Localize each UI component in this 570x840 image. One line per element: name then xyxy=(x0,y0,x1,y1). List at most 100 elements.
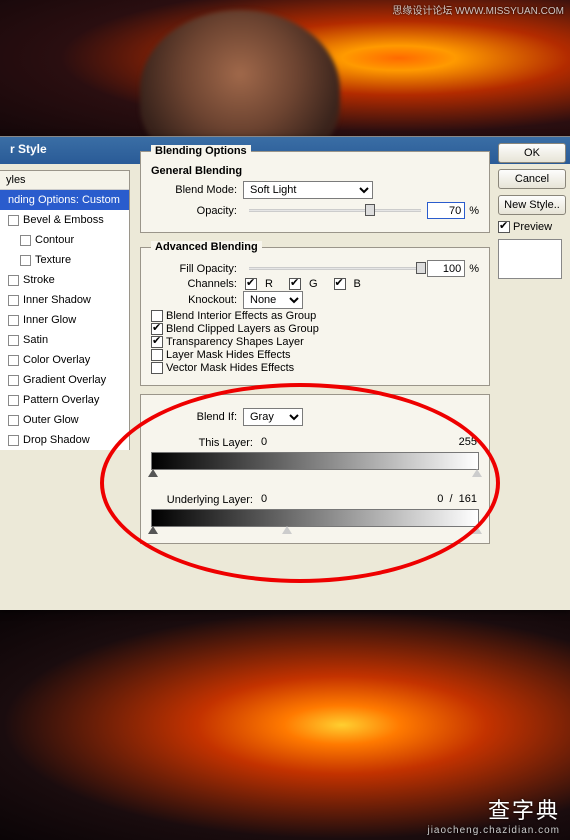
blend-if-this-layer: This Layer: 0 255 xyxy=(151,429,479,476)
underlying-layer-label: Underlying Layer: xyxy=(151,494,253,506)
blending-options-panel: Blending Options General Blending Blend … xyxy=(140,145,490,600)
advanced-blending-legend: Advanced Blending xyxy=(151,241,262,253)
channels-label: Channels: xyxy=(151,278,237,290)
this-layer-label: This Layer: xyxy=(151,437,253,449)
sidebar-item-gradient-overlay[interactable]: Gradient Overlay xyxy=(0,370,129,390)
opacity-label: Opacity: xyxy=(151,205,237,217)
dialog-title: r Style xyxy=(10,142,47,156)
opt-blend-interior-label: Blend Interior Effects as Group xyxy=(166,310,316,322)
sidebar-item-inner-shadow[interactable]: Inner Shadow xyxy=(0,290,129,310)
blend-mode-select[interactable]: Soft Light xyxy=(243,181,373,199)
blending-options-legend: Blending Options xyxy=(151,145,251,157)
slider-handle-icon[interactable] xyxy=(282,526,292,534)
sidebar-item-label: Texture xyxy=(35,254,71,266)
sidebar-item-color-overlay[interactable]: Color Overlay xyxy=(0,350,129,370)
channel-b-checkbox[interactable] xyxy=(334,278,346,290)
sidebar-item-inner-glow[interactable]: Inner Glow xyxy=(0,310,129,330)
checkbox-icon[interactable] xyxy=(8,375,19,386)
slider-handle-icon[interactable] xyxy=(148,526,158,534)
sidebar-item-pattern-overlay[interactable]: Pattern Overlay xyxy=(0,390,129,410)
sidebar-item-label: Pattern Overlay xyxy=(23,394,99,406)
fill-opacity-slider[interactable] xyxy=(249,267,421,270)
this-layer-white-value: 255 xyxy=(459,436,477,448)
checkbox-icon[interactable] xyxy=(8,215,19,226)
fill-opacity-input[interactable] xyxy=(427,260,465,277)
opacity-percent: % xyxy=(469,205,479,217)
sidebar-item-label: Satin xyxy=(23,334,48,346)
watermark-top: 思缘设计论坛 WWW.MISSYUAN.COM xyxy=(392,2,564,17)
background-image-top xyxy=(0,0,570,145)
cancel-button[interactable]: Cancel xyxy=(498,169,566,189)
sidebar-item-label: Stroke xyxy=(23,274,55,286)
checkbox-icon[interactable] xyxy=(8,435,19,446)
watermark-bottom: 查字典 jiaocheng.chazidian.com xyxy=(427,793,560,836)
opt-vector-mask-hides-label: Vector Mask Hides Effects xyxy=(166,362,294,374)
underlying-white-value: 0 / 161 xyxy=(437,493,477,505)
opt-blend-clipped-label: Blend Clipped Layers as Group xyxy=(166,323,319,335)
opt-layer-mask-hides-label: Layer Mask Hides Effects xyxy=(166,349,291,361)
knockout-label: Knockout: xyxy=(151,294,237,306)
preview-checkbox[interactable] xyxy=(498,221,510,233)
sidebar-item-bevel-emboss[interactable]: Bevel & Emboss xyxy=(0,210,129,230)
sidebar-header: yles xyxy=(0,171,129,190)
sidebar-item-outer-glow[interactable]: Outer Glow xyxy=(0,410,129,430)
checkbox-icon[interactable] xyxy=(20,255,31,266)
channel-g-label: G xyxy=(309,278,318,290)
layer-style-dialog: r Style yles nding Options: Custom Bevel… xyxy=(0,136,570,610)
sidebar-item-texture[interactable]: Texture xyxy=(0,250,129,270)
slider-handle-icon[interactable] xyxy=(472,469,482,477)
watermark-big: 查字典 xyxy=(488,798,560,823)
opt-vector-mask-hides-checkbox[interactable] xyxy=(151,362,163,374)
general-blending-title: General Blending xyxy=(151,165,479,177)
sidebar-item-label: Inner Glow xyxy=(23,314,76,326)
sidebar-item-label: Color Overlay xyxy=(23,354,90,366)
preview-swatch xyxy=(498,239,562,279)
opt-layer-mask-hides-checkbox[interactable] xyxy=(151,349,163,361)
sidebar-item-stroke[interactable]: Stroke xyxy=(0,270,129,290)
blend-if-label: Blend If: xyxy=(151,411,237,423)
preview-label: Preview xyxy=(513,221,552,233)
knockout-select[interactable]: None xyxy=(243,291,303,309)
sidebar-item-label: Inner Shadow xyxy=(23,294,91,306)
opacity-slider[interactable] xyxy=(249,209,421,212)
sidebar-item-label: Bevel & Emboss xyxy=(23,214,104,226)
slider-handle-icon[interactable] xyxy=(148,469,158,477)
underlying-black-value: 0 xyxy=(261,493,267,505)
channel-r-checkbox[interactable] xyxy=(245,278,257,290)
checkbox-icon[interactable] xyxy=(8,275,19,286)
sidebar-item-contour[interactable]: Contour xyxy=(0,230,129,250)
checkbox-icon[interactable] xyxy=(8,335,19,346)
channel-g-checkbox[interactable] xyxy=(289,278,301,290)
dialog-buttons: OK Cancel New Style.. Preview xyxy=(498,143,570,279)
opt-transparency-shapes-checkbox[interactable] xyxy=(151,336,163,348)
opacity-input[interactable] xyxy=(427,202,465,219)
sidebar-item-label: Outer Glow xyxy=(23,414,79,426)
fill-opacity-label: Fill Opacity: xyxy=(151,263,237,275)
new-style-button[interactable]: New Style.. xyxy=(498,195,566,215)
sidebar-item-drop-shadow[interactable]: Drop Shadow xyxy=(0,430,129,450)
blend-if-select[interactable]: Gray xyxy=(243,408,303,426)
this-layer-gradient[interactable] xyxy=(151,452,479,470)
advanced-blending-fieldset: Advanced Blending Fill Opacity: % Channe… xyxy=(140,241,490,386)
checkbox-icon[interactable] xyxy=(8,415,19,426)
checkbox-icon[interactable] xyxy=(8,395,19,406)
underlying-layer-gradient[interactable] xyxy=(151,509,479,527)
blend-mode-label: Blend Mode: xyxy=(151,184,237,196)
sidebar-item-satin[interactable]: Satin xyxy=(0,330,129,350)
sidebar-item-label: nding Options: Custom xyxy=(8,194,120,206)
ok-button[interactable]: OK xyxy=(498,143,566,163)
blend-if-fieldset: Blend If: Gray This Layer: 0 255 xyxy=(140,394,490,544)
blending-options-fieldset: Blending Options General Blending Blend … xyxy=(140,145,490,233)
checkbox-icon[interactable] xyxy=(8,315,19,326)
slider-handle-icon[interactable] xyxy=(472,526,482,534)
styles-sidebar: yles nding Options: Custom Bevel & Embos… xyxy=(0,170,130,450)
checkbox-icon[interactable] xyxy=(20,235,31,246)
checkbox-icon[interactable] xyxy=(8,295,19,306)
channel-r-label: R xyxy=(265,278,273,290)
sidebar-item-label: Gradient Overlay xyxy=(23,374,106,386)
checkbox-icon[interactable] xyxy=(8,355,19,366)
sidebar-item-label: Drop Shadow xyxy=(23,434,90,446)
channel-b-label: B xyxy=(354,278,361,290)
fill-opacity-percent: % xyxy=(469,263,479,275)
sidebar-item-blending-options[interactable]: nding Options: Custom xyxy=(0,190,129,210)
